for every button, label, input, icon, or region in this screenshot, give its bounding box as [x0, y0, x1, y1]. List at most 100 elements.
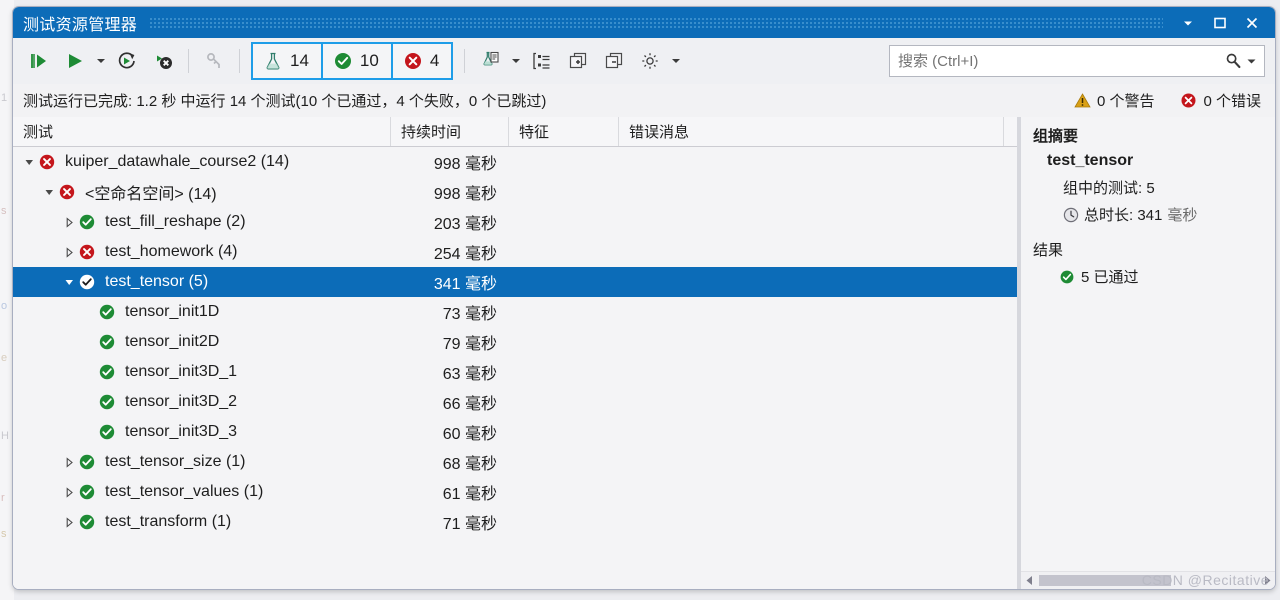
chevron-collapsed-icon[interactable]: [61, 216, 77, 228]
run-status-message: 测试运行已完成: 1.2 秒 中运行 14 个测试(10 个已通过，4 个失败，…: [23, 93, 547, 110]
test-failed-icon: [77, 243, 97, 261]
table-row[interactable]: tensor_init1D 73 毫秒: [13, 297, 1017, 327]
test-name-label: tensor_init3D_2: [125, 393, 238, 410]
table-row[interactable]: test_homework (4) 254 毫秒: [13, 237, 1017, 267]
run-dropdown-icon[interactable]: [93, 46, 109, 76]
summary-pane: 组摘要 test_tensor 组中的测试: 5 总时长: 341 毫秒 结果: [1021, 117, 1275, 589]
table-row[interactable]: tensor_init3D_3 60 毫秒: [13, 417, 1017, 447]
summary-group-name: test_tensor: [1047, 152, 1134, 169]
test-name-label: tensor_init3D_1: [125, 363, 238, 380]
summary-horizontal-scrollbar[interactable]: [1021, 571, 1275, 589]
chevron-collapsed-icon[interactable]: [61, 456, 77, 468]
scrollbar-track[interactable]: [1037, 574, 1259, 587]
search-box[interactable]: [889, 45, 1265, 77]
counter-failed[interactable]: 4: [393, 44, 451, 78]
table-row[interactable]: tensor_init3D_1 63 毫秒: [13, 357, 1017, 387]
grid-header: 测试 持续时间 特征 错误消息: [13, 117, 1017, 147]
title-drag-handle[interactable]: [149, 16, 1163, 29]
test-explorer-window: 测试资源管理器 14 10 4 搜索 (Ctrl+I) 测试运行已完成: 1.2…: [12, 6, 1276, 590]
table-row[interactable]: tensor_init3D_2 66 毫秒: [13, 387, 1017, 417]
summary-passed-result: 5 已通过: [1033, 266, 1265, 287]
test-name-cell: tensor_init1D: [13, 303, 391, 321]
run-all-tests-button[interactable]: [21, 45, 57, 77]
test-duration-cell: 60 毫秒: [442, 426, 497, 443]
column-header-duration[interactable]: 持续时间: [391, 117, 509, 146]
test-duration-cell: 73 毫秒: [442, 306, 497, 323]
cancel-run-button[interactable]: [145, 45, 181, 77]
repeat-last-run-button[interactable]: [109, 45, 145, 77]
test-duration-cell: 63 毫秒: [442, 366, 497, 383]
run-button[interactable]: [57, 45, 93, 77]
counter-passed[interactable]: 10: [323, 44, 393, 78]
column-header-extra[interactable]: [1004, 117, 1017, 146]
screen: 1 s o e H r s 测试资源管理器 14 10 4 搜索 (Ctrl+I…: [0, 0, 1280, 600]
chevron-collapsed-icon[interactable]: [61, 486, 77, 498]
test-duration-cell: 998 毫秒: [433, 186, 497, 203]
summary-passed-result-text: 5 已通过: [1081, 269, 1139, 286]
table-row[interactable]: kuiper_datawhale_course2 (14) 998 毫秒: [13, 147, 1017, 177]
test-passed-icon: [97, 333, 117, 351]
column-header-test[interactable]: 测试: [13, 117, 391, 146]
group-summary: 组摘要 test_tensor 组中的测试: 5 总时长: 341 毫秒 结果: [1021, 117, 1275, 571]
error-count[interactable]: 0 个错误: [1180, 90, 1261, 111]
test-tree[interactable]: kuiper_datawhale_course2 (14) 998 毫秒 <空命名空…: [13, 147, 1017, 589]
chevron-collapsed-icon[interactable]: [61, 516, 77, 528]
test-duration-cell: 79 毫秒: [442, 336, 497, 353]
test-passed-icon: [97, 423, 117, 441]
settings-button[interactable]: [632, 45, 668, 77]
test-name-label: kuiper_datawhale_course2 (14): [65, 153, 290, 170]
flask-icon: [266, 52, 280, 70]
counter-total[interactable]: 14: [253, 44, 323, 78]
playlist-dropdown-icon[interactable]: [508, 46, 524, 76]
error-circle-icon: [1181, 93, 1196, 108]
search-dropdown-icon[interactable]: [1247, 52, 1264, 70]
test-passed-icon: [97, 393, 117, 411]
playlist-button[interactable]: [472, 45, 508, 77]
search-input[interactable]: [890, 52, 1223, 70]
toolbar-separator: [188, 49, 189, 73]
test-passed-icon: [97, 303, 117, 321]
window-controls: [1173, 10, 1275, 36]
title-bar: 测试资源管理器: [13, 7, 1275, 38]
scroll-right-icon[interactable]: [1259, 575, 1275, 586]
scroll-left-icon[interactable]: [1021, 575, 1037, 586]
test-name-cell: tensor_init3D_2: [13, 393, 391, 411]
maximize-icon[interactable]: [1205, 10, 1235, 36]
test-name-cell: test_tensor_values (1): [13, 483, 391, 501]
filter-icon[interactable]: [196, 45, 232, 77]
table-row[interactable]: test_transform (1) 71 毫秒: [13, 507, 1017, 537]
chevron-expanded-icon[interactable]: [41, 187, 57, 198]
background-ghost-text: 1: [1, 92, 8, 104]
column-header-error-message[interactable]: 错误消息: [619, 117, 1004, 146]
scrollbar-thumb[interactable]: [1039, 575, 1171, 586]
expand-all-button[interactable]: [560, 45, 596, 77]
error-count-text: 0 个错误: [1203, 93, 1261, 110]
test-failed-icon: [57, 183, 77, 201]
table-row[interactable]: tensor_init2D 79 毫秒: [13, 327, 1017, 357]
test-name-cell: test_tensor (5): [13, 273, 391, 291]
chevron-collapsed-icon[interactable]: [61, 246, 77, 258]
chevron-expanded-icon[interactable]: [21, 157, 37, 168]
group-by-button[interactable]: [524, 45, 560, 77]
column-header-traits[interactable]: 特征: [509, 117, 619, 146]
settings-dropdown-icon[interactable]: [668, 46, 684, 76]
table-row[interactable]: test_fill_reshape (2) 203 毫秒: [13, 207, 1017, 237]
test-failed-icon: [37, 153, 57, 171]
table-row[interactable]: test_tensor_size (1) 68 毫秒: [13, 447, 1017, 477]
table-row[interactable]: test_tensor_values (1) 61 毫秒: [13, 477, 1017, 507]
test-passed-icon: [77, 453, 97, 471]
collapse-all-button[interactable]: [596, 45, 632, 77]
test-name-label: tensor_init2D: [125, 333, 220, 350]
table-row[interactable]: test_tensor (5) 341 毫秒: [13, 267, 1017, 297]
counter-total-value: 14: [290, 50, 309, 70]
warning-count[interactable]: 0 个警告: [1074, 90, 1154, 111]
test-passed-icon: [77, 483, 97, 501]
test-passed-icon: [97, 363, 117, 381]
chevron-expanded-icon[interactable]: [61, 277, 77, 288]
close-icon[interactable]: [1237, 10, 1267, 36]
window-menu-dropdown-icon[interactable]: [1173, 10, 1203, 36]
background-ghost-text: H: [1, 430, 9, 442]
test-name-cell: test_tensor_size (1): [13, 453, 391, 471]
table-row[interactable]: <空命名空间> (14) 998 毫秒: [13, 177, 1017, 207]
search-icon[interactable]: [1223, 51, 1247, 71]
